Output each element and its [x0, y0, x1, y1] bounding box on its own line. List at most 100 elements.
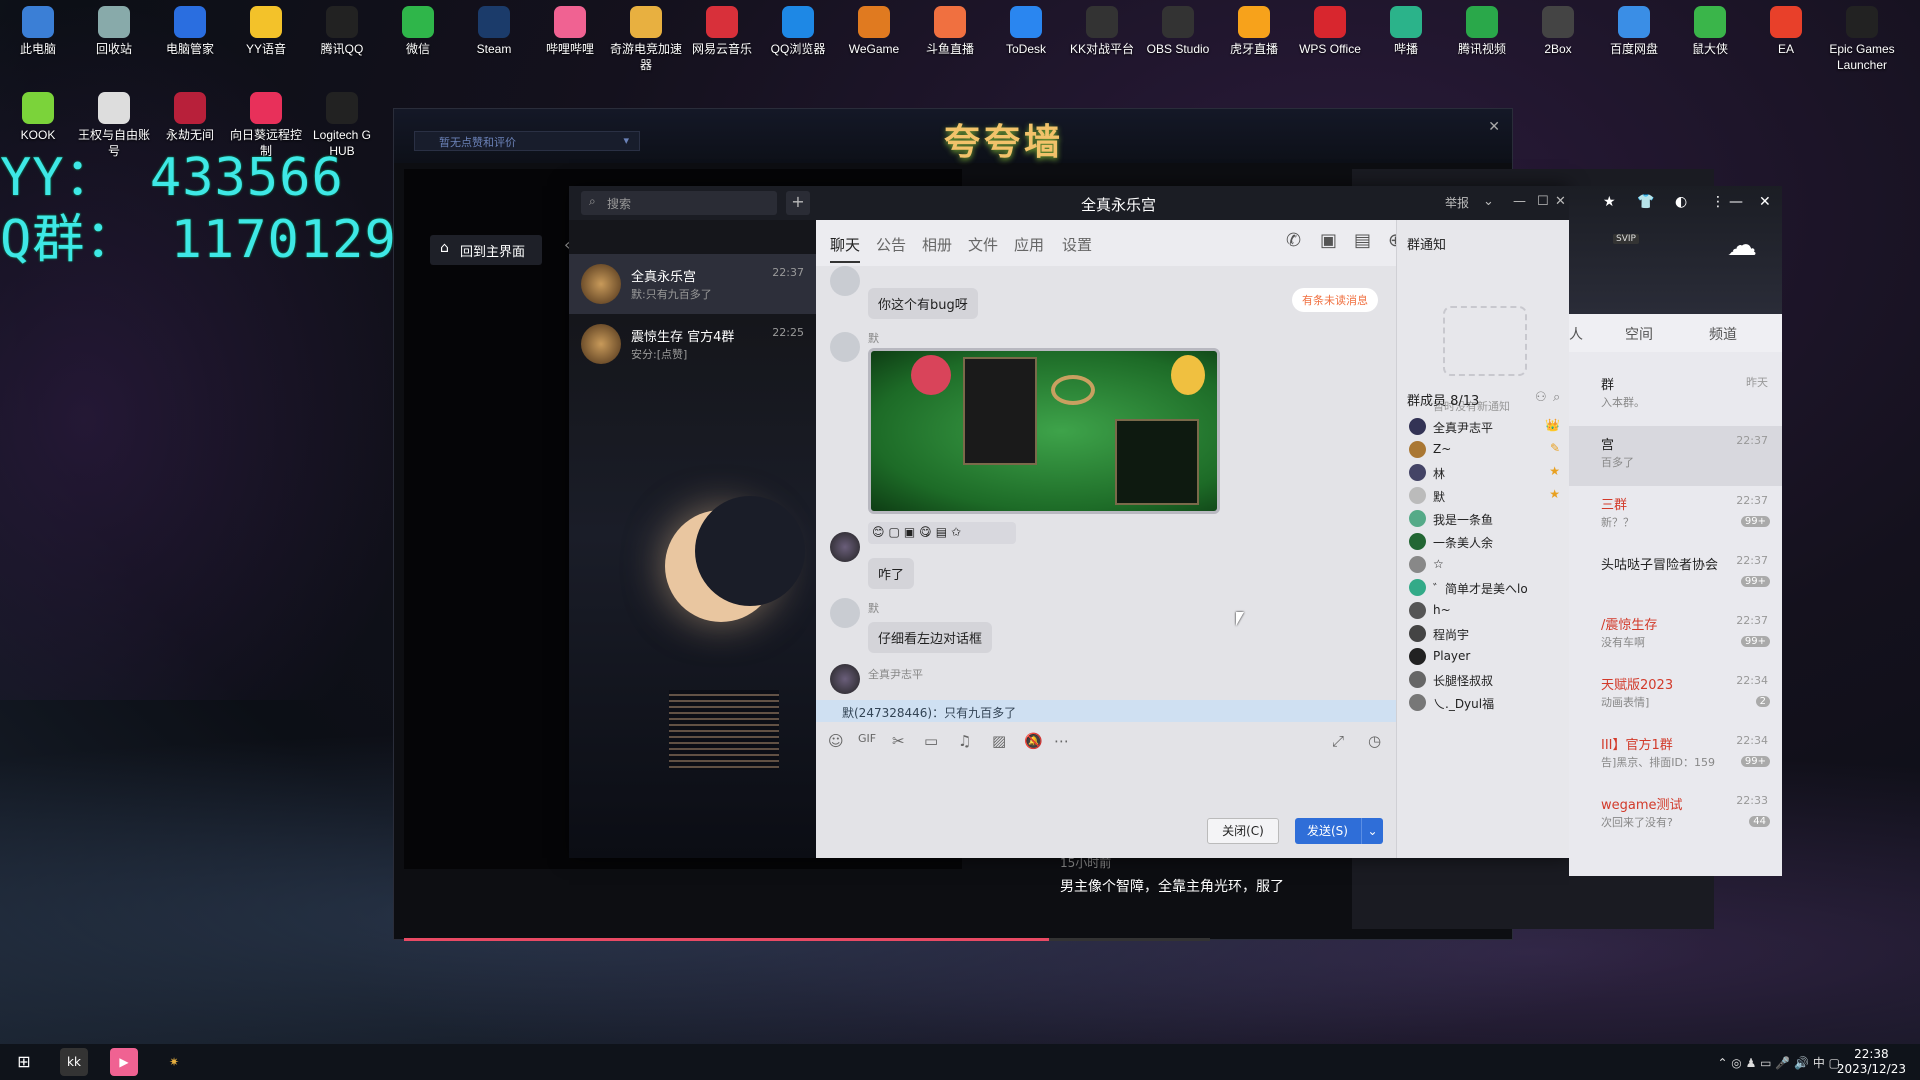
member-item[interactable]: ☆ [1409, 554, 1564, 576]
scissors-icon[interactable]: ✂ [892, 732, 905, 750]
search-icon[interactable]: ⌕ [1553, 390, 1560, 405]
bilibili-taskbar-icon[interactable]: ▶ [110, 1048, 138, 1076]
search-input[interactable]: ⌕ 搜索 [581, 191, 777, 215]
qq-main-list-item[interactable]: /震惊生存 没有车啊 22:37 99+ [1569, 606, 1782, 666]
avatar[interactable] [830, 598, 860, 628]
desktop-icon-video[interactable]: 腾讯视频 [1444, 0, 1520, 57]
qq-main-list-item[interactable]: 头咕哒子冒险者协会 22:37 99+ [1569, 546, 1782, 606]
member-item[interactable]: Z~ ✎ [1409, 439, 1564, 461]
chevron-down-icon[interactable]: ⌄ [1361, 818, 1383, 844]
report-button[interactable]: 举报 [1445, 194, 1469, 211]
cloud-icon[interactable]: ☁ [1727, 228, 1757, 263]
desktop-icon-douyu[interactable]: 斗鱼直播 [912, 0, 988, 57]
desktop-icon-box[interactable]: 2Box [1520, 0, 1596, 57]
avatar[interactable] [830, 664, 860, 694]
chevron-down-icon[interactable]: ⌄ [1483, 194, 1494, 209]
emoji-icon[interactable]: ☺ [828, 732, 844, 750]
add-button[interactable]: + [786, 191, 810, 215]
member-item[interactable]: 一条美人余 [1409, 531, 1564, 553]
conversation-item[interactable]: 震惊生存 官方4群 安分:[点赞] 22:25 [569, 314, 816, 374]
tab-2[interactable]: 相册 [922, 234, 952, 255]
kk-taskbar-icon[interactable]: kk [60, 1048, 88, 1076]
member-item[interactable]: 长腿怪叔叔 [1409, 669, 1564, 691]
desktop-icon-kook[interactable]: KOOK [0, 86, 76, 143]
desktop-icon-ea[interactable]: EA [1748, 0, 1824, 57]
home-button[interactable]: ⌂ 回到主界面 [430, 235, 542, 265]
close-icon[interactable]: ✕ [1759, 194, 1771, 210]
quote-reply-bar[interactable]: 默(247328446)：只有九百多了 [816, 700, 1396, 722]
video-call-icon[interactable]: ▣ [1320, 230, 1337, 251]
desktop-icon-obs[interactable]: OBS Studio [1140, 0, 1216, 57]
avatar[interactable] [830, 532, 860, 562]
member-item[interactable]: Player [1409, 646, 1564, 668]
desktop-icon-kk[interactable]: KK对战平台 [1064, 0, 1140, 57]
member-item[interactable]: 林 ★ [1409, 462, 1564, 484]
desktop-icon-shield[interactable]: 电脑管家 [152, 0, 228, 57]
qq-main-tab-2[interactable]: 频道 [1709, 324, 1737, 344]
tab-1[interactable]: 公告 [876, 234, 906, 255]
desktop-icon-yy[interactable]: YY语音 [228, 0, 304, 57]
minimize-icon[interactable]: — [1513, 194, 1526, 209]
add-member-icon[interactable]: ⚇ [1535, 390, 1547, 405]
tab-5[interactable]: 设置 [1062, 234, 1092, 255]
desktop-icon-wechat[interactable]: 微信 [380, 0, 456, 57]
shirt-icon[interactable]: 👕 [1637, 194, 1654, 210]
qq-main-list-item[interactable]: 群入本群。 昨天 [1569, 366, 1782, 426]
gif-icon[interactable]: GIF [858, 732, 876, 745]
desktop-icon-bibo[interactable]: 哔播 [1368, 0, 1444, 57]
desktop-icon-game[interactable]: 永劫无间 [152, 86, 228, 143]
more-vertical-icon[interactable]: ⋮ [1711, 194, 1725, 210]
member-item[interactable]: ゛简单才是美へlo [1409, 577, 1564, 599]
tab-0[interactable]: 聊天 [830, 234, 861, 263]
close-icon[interactable]: ✕ [1488, 119, 1500, 135]
clock[interactable]: 22:38 2023/12/23 [1837, 1047, 1906, 1077]
phone-icon[interactable]: ✆ [1286, 230, 1301, 251]
screen-share-icon[interactable]: ▤ [1354, 230, 1371, 251]
maximize-icon[interactable]: ☐ [1537, 194, 1549, 209]
windows-start-icon[interactable]: ⊞ [10, 1048, 38, 1076]
member-item[interactable]: h~ [1409, 600, 1564, 622]
member-item[interactable]: 乀._Dyul福 [1409, 692, 1564, 714]
desktop-icon-computer[interactable]: 此电脑 [0, 0, 76, 57]
system-tray[interactable]: ⌃ ◎ ♟ ▭ 🎤 🔊 中 ▢ [1717, 1054, 1840, 1071]
member-item[interactable]: 程尚宇 [1409, 623, 1564, 645]
desktop-icon-music[interactable]: 网易云音乐 [684, 0, 760, 57]
desktop-icon-wegame[interactable]: WeGame [836, 0, 912, 57]
image-icon[interactable]: ▨ [992, 732, 1006, 750]
history-clock-icon[interactable]: ◷ [1368, 732, 1381, 750]
desktop-icon-huya[interactable]: 虎牙直播 [1216, 0, 1292, 57]
tab-4[interactable]: 应用 [1014, 234, 1044, 255]
desktop-icon-todesk[interactable]: ToDesk [988, 0, 1064, 57]
qq-main-list-item[interactable]: wegame测试 次回来了没有? 22:33 44 [1569, 786, 1782, 846]
conversation-item[interactable]: 全真永乐宫 默:只有九百多了 22:37 [569, 254, 816, 314]
send-button[interactable]: 发送(S) ⌄ [1295, 818, 1383, 844]
member-item[interactable]: 我是一条鱼 [1409, 508, 1564, 530]
qq-main-tab-1[interactable]: 空间 [1625, 324, 1653, 344]
desktop-icon-mouse[interactable]: 鼠大侠 [1672, 0, 1748, 57]
avatar[interactable] [830, 266, 860, 296]
expand-icon[interactable]: ⤢ [1332, 732, 1344, 750]
desktop-icon-recycle-bin[interactable]: 回收站 [76, 0, 152, 57]
desktop-icon-epic[interactable]: Epic Games Launcher [1824, 0, 1900, 73]
theme-icon[interactable]: ◐ [1675, 194, 1687, 210]
qq-main-list-item[interactable]: 天赋版2023 动画表情] 22:34 2 [1569, 666, 1782, 726]
star-icon[interactable]: ★ [1603, 194, 1616, 210]
close-icon[interactable]: ✕ [1555, 194, 1566, 209]
music-icon[interactable]: ♫ [958, 732, 971, 750]
reaction-bar[interactable]: 😊▢▣😋▤✩ [868, 522, 1016, 544]
desktop-icon-browser[interactable]: QQ浏览器 [760, 0, 836, 57]
close-button[interactable]: 关闭(C) [1207, 818, 1279, 844]
desktop-icon-accelerator[interactable]: 奇游电竞加速器 [608, 0, 684, 73]
folder-icon[interactable]: ▭ [924, 732, 938, 750]
video-progress-bar[interactable] [404, 938, 1210, 941]
member-item[interactable]: 全真尹志平 👑 [1409, 416, 1564, 438]
avatar[interactable] [830, 332, 860, 362]
game-screenshot-image[interactable] [868, 348, 1220, 514]
rating-dropdown[interactable]: 暂无点赞和评价 ▾ [414, 131, 640, 151]
more-icon[interactable]: ⋯ [1054, 732, 1069, 750]
member-item[interactable]: 默 ★ [1409, 485, 1564, 507]
qq-main-list-item[interactable]: 三群 新？？ 22:37 99+ [1569, 486, 1782, 546]
desktop-icon-steam[interactable]: Steam [456, 0, 532, 57]
unread-messages-pill[interactable]: 有条未读消息 [1292, 288, 1378, 312]
tab-3[interactable]: 文件 [968, 234, 998, 255]
